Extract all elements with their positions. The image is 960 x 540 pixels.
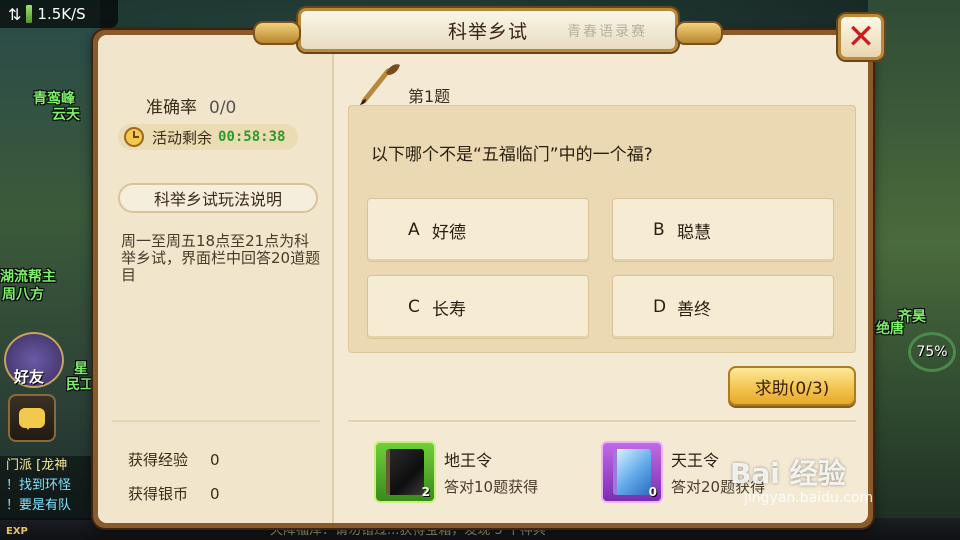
option-letter: D	[653, 297, 667, 317]
option-c-button[interactable]: C 长寿	[367, 275, 589, 339]
friends-label: 好友	[14, 368, 45, 386]
transfer-arrows-icon: ⇅	[8, 4, 22, 24]
option-letter: C	[408, 297, 420, 317]
watermark-url: jingyan.baidu.com	[744, 490, 874, 506]
dialog-title-plate: 科举乡试 青春语录赛	[253, 8, 723, 52]
scroll-dark-icon	[386, 449, 424, 495]
accuracy-label: 准确率	[146, 98, 197, 118]
brush-icon	[360, 64, 400, 105]
npc-name: 云天	[52, 107, 80, 123]
reward-item-earth-token[interactable]: 2 地王令 答对10题获得	[374, 441, 538, 503]
player-name: 绝唐	[876, 321, 904, 337]
player-name: 民工	[66, 377, 94, 393]
accuracy-value: 0/0	[209, 98, 237, 118]
option-a-button[interactable]: A 好德	[367, 198, 589, 262]
watermark-logo: Bai 经验	[730, 457, 846, 490]
chat-line: ！要是有队	[6, 498, 72, 513]
player-name: 周八方	[2, 287, 44, 303]
accuracy: 准确率 0/0	[146, 93, 236, 118]
dialog-title: 科举乡试	[447, 20, 528, 43]
question-box: 以下哪个不是“五福临门”中的一个福? A 好德 B 聪慧 C 长寿 D 善终	[348, 105, 856, 353]
signal-icon	[26, 5, 33, 23]
question-text: 以下哪个不是“五福临门”中的一个福?	[371, 145, 653, 165]
option-d-button[interactable]: D 善终	[612, 275, 834, 339]
chat-button[interactable]	[8, 394, 56, 442]
exp-earned-label: 获得经验	[128, 451, 189, 469]
divider	[112, 420, 320, 422]
item-count: 2	[421, 485, 430, 499]
network-speed: 1.5K/S	[37, 5, 86, 23]
player-name: 湖流帮主	[0, 269, 56, 285]
clock-icon	[124, 127, 144, 147]
option-text: 好德	[432, 222, 466, 243]
option-text: 善终	[677, 299, 711, 320]
option-text: 聪慧	[677, 222, 711, 243]
close-icon: ✕	[846, 17, 876, 57]
rules-header: 科举乡试玩法说明	[118, 183, 318, 213]
exp-earned: 获得经验 0	[128, 449, 220, 470]
chat-line: 门派 [龙神	[6, 458, 68, 473]
item-info: 地王令 答对10题获得	[444, 447, 538, 497]
scroll-blue-icon	[613, 449, 651, 495]
activity-timer: 活动剩余 00:58:38	[118, 124, 298, 150]
silver-earned: 获得银币 0	[128, 483, 220, 504]
timer-label: 活动剩余	[152, 128, 213, 147]
item-frame: 0	[601, 441, 663, 503]
exp-bar-label: EXP	[6, 526, 28, 537]
option-letter: B	[653, 220, 665, 240]
option-text: 长寿	[432, 299, 466, 320]
option-letter: A	[408, 220, 420, 240]
question-number: 第1题	[408, 87, 451, 106]
timer-value: 00:58:38	[218, 129, 286, 145]
silver-earned-label: 获得银币	[128, 485, 189, 503]
chat-log[interactable]: 门派 [龙神 ！找到环怪 ！要是有队	[0, 456, 98, 520]
chat-bubble-icon	[19, 408, 45, 430]
item-desc: 答对10题获得	[444, 478, 539, 496]
help-button[interactable]: 求助(0/3)	[728, 366, 856, 406]
item-count: 0	[648, 485, 657, 499]
chat-line: ！找到环怪	[6, 478, 72, 493]
silver-earned-value: 0	[210, 485, 220, 503]
item-name: 地王令	[444, 451, 493, 470]
info-panel: 准确率 0/0 活动剩余 00:58:38 科举乡试玩法说明 周一至周五18点至2…	[98, 35, 334, 523]
game-scene-right	[868, 0, 960, 540]
network-indicator: ⇅ 1.5K/S	[0, 0, 118, 28]
title-decoration: 青春语录赛	[567, 24, 647, 40]
option-b-button[interactable]: B 聪慧	[612, 198, 834, 262]
close-button[interactable]: ✕	[838, 14, 884, 60]
rules-text: 周一至周五18点至21点为科举乡试，界面栏中回答20道题目	[121, 232, 321, 284]
divider	[348, 420, 856, 422]
exp-earned-value: 0	[210, 451, 220, 469]
battery-indicator: 75%	[908, 332, 956, 372]
item-frame: 2	[374, 441, 436, 503]
baidu-watermark: Bai 经验 jingyan.baidu.com	[730, 452, 873, 506]
dialog-body: 准确率 0/0 活动剩余 00:58:38 科举乡试玩法说明 周一至周五18点至2…	[98, 35, 868, 523]
